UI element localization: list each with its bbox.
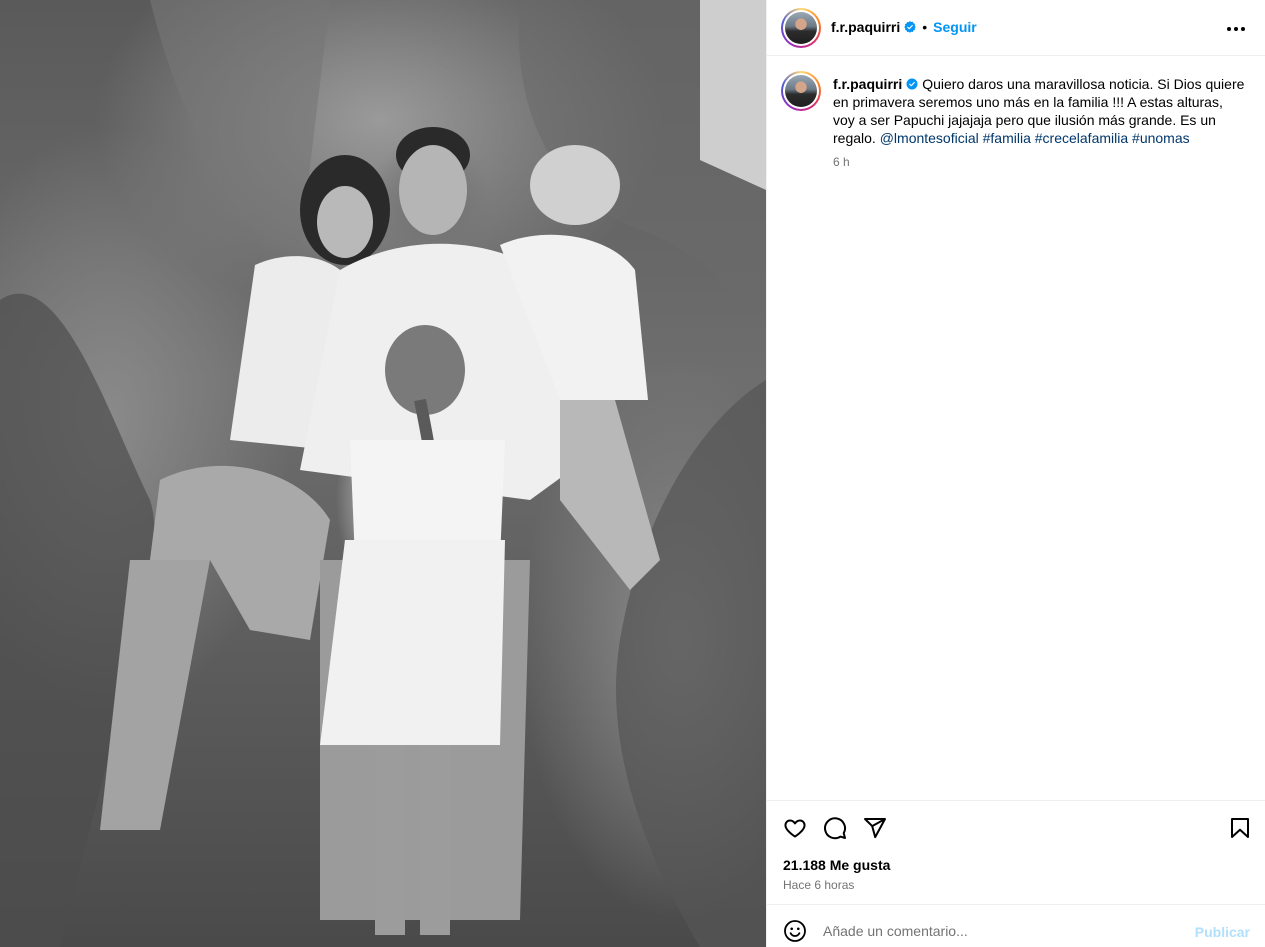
verified-badge-icon bbox=[906, 78, 918, 90]
comment-icon[interactable] bbox=[823, 816, 847, 840]
more-options-icon[interactable] bbox=[1224, 17, 1248, 41]
publish-button[interactable]: Publicar bbox=[1195, 924, 1250, 940]
post-sidebar: f.r.paquirri • Seguir f.r.paquirri Quier… bbox=[766, 0, 1265, 947]
verified-badge-icon bbox=[904, 21, 916, 33]
hashtag-link[interactable]: #familia bbox=[983, 130, 1031, 146]
caption-timestamp[interactable]: 6 h bbox=[833, 155, 850, 169]
post-actions: 21.188 Me gusta Hace 6 horas bbox=[767, 800, 1265, 904]
follow-button[interactable]: Seguir bbox=[933, 19, 977, 35]
hashtag-link[interactable]: #crecelafamilia bbox=[1035, 130, 1128, 146]
post-header: f.r.paquirri • Seguir bbox=[767, 0, 1265, 56]
like-count[interactable]: 21.188 Me gusta bbox=[783, 857, 890, 873]
separator-dot: • bbox=[922, 19, 928, 35]
caption-area: f.r.paquirri Quiero daros una maravillos… bbox=[767, 56, 1265, 800]
hashtag-link[interactable]: #unomas bbox=[1132, 130, 1190, 146]
heart-icon[interactable] bbox=[783, 816, 807, 840]
photo-illustration bbox=[0, 0, 766, 947]
emoji-icon[interactable] bbox=[783, 919, 807, 943]
share-icon[interactable] bbox=[863, 816, 887, 840]
bookmark-icon[interactable] bbox=[1228, 816, 1252, 840]
comment-input[interactable] bbox=[823, 915, 1183, 947]
caption-username[interactable]: f.r.paquirri bbox=[833, 76, 902, 92]
mention-link[interactable]: @lmontesoficial bbox=[880, 130, 979, 146]
author-avatar[interactable] bbox=[781, 8, 821, 48]
caption-author-avatar[interactable] bbox=[781, 71, 821, 111]
post-timestamp: Hace 6 horas bbox=[783, 878, 855, 892]
comment-bar: Publicar bbox=[767, 904, 1265, 947]
post-caption: f.r.paquirri Quiero daros una maravillos… bbox=[833, 75, 1248, 147]
author-username[interactable]: f.r.paquirri bbox=[831, 19, 900, 35]
post-photo[interactable] bbox=[0, 0, 766, 947]
